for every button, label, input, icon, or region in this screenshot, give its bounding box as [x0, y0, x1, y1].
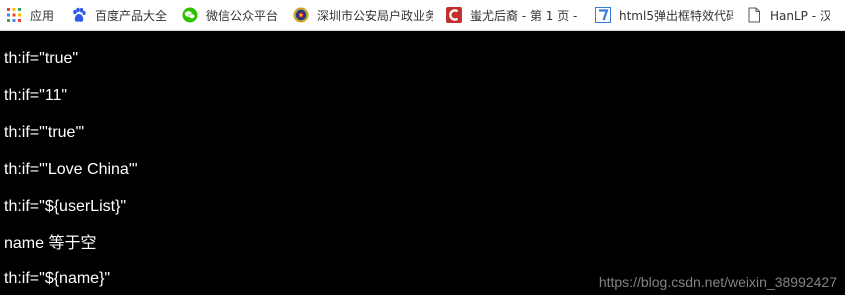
bookmark-hanlp[interactable]: HanLP - 汉语: [740, 0, 837, 30]
code-site-icon: [595, 7, 611, 23]
bookmark-shenzhen-police[interactable]: 深圳市公安局户政业务: [287, 0, 440, 30]
bookmark-wechat[interactable]: 微信公众平台: [176, 0, 287, 30]
text-line: th:if="${name}": [4, 270, 111, 287]
document-icon: [746, 7, 762, 23]
bookmark-apps[interactable]: 应用: [0, 0, 65, 30]
bookmark-label: 深圳市公安局户政业务: [317, 8, 433, 23]
baidu-paw-icon: [71, 7, 87, 23]
police-emblem-icon: [293, 7, 309, 23]
text-line: th:if="'Love China'": [4, 161, 138, 178]
bookmark-label: html5弹出框特效代码: [619, 8, 733, 23]
bookmark-csdn-blog[interactable]: 蚩尤后裔 - 第 1 页 -: [440, 0, 589, 30]
bookmark-label: 微信公众平台: [206, 8, 279, 23]
csdn-logo-icon: [446, 7, 462, 23]
apps-grid-icon: [6, 7, 22, 23]
bookmark-html5-popup[interactable]: html5弹出框特效代码: [589, 0, 740, 30]
bookmarks-bar: 应用 百度产品大全 微信公众平台 深圳市公安局户政业务 蚩尤后裔 - 第 1 页…: [0, 0, 845, 31]
bookmark-label: 应用: [30, 8, 55, 23]
text-line: th:if="11": [4, 87, 68, 104]
text-line: th:if="'true'": [4, 124, 85, 141]
bookmark-label: HanLP - 汉语: [770, 8, 830, 23]
watermark: https://blog.csdn.net/weixin_38992427: [598, 274, 837, 290]
bookmark-label: 百度产品大全: [95, 8, 168, 23]
wechat-icon: [182, 7, 198, 23]
bookmark-label: 蚩尤后裔 - 第 1 页 -: [470, 8, 578, 23]
page-content: th:if="true" th:if="11" th:if="'true'" t…: [0, 31, 845, 295]
text-line: name 等于空: [4, 235, 97, 252]
text-line: th:if="true": [4, 50, 79, 67]
text-line: th:if="${userList}": [4, 198, 127, 215]
bookmark-baidu-products[interactable]: 百度产品大全: [65, 0, 176, 30]
